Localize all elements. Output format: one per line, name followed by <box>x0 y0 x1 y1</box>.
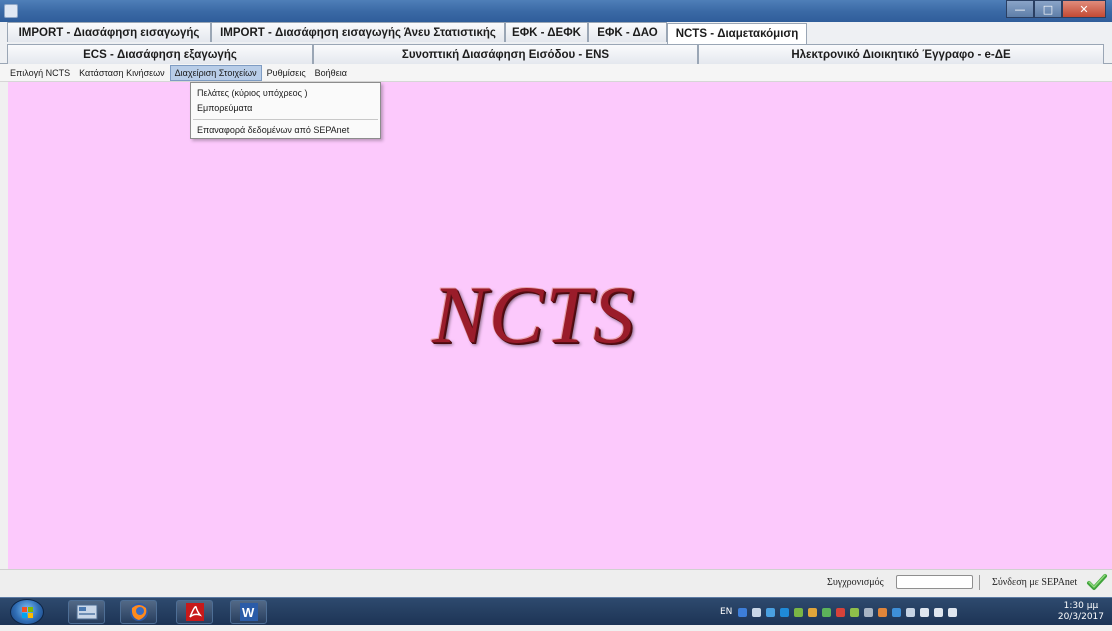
tray-sync-icon[interactable] <box>822 607 832 617</box>
tab-import-no-stats[interactable]: IMPORT - Διασάφηση εισαγωγής Άνευ Στατισ… <box>211 22 505 42</box>
tray-network-icon[interactable] <box>766 607 776 617</box>
status-divider <box>979 575 980 590</box>
tab-import[interactable]: IMPORT - Διασάφηση εισαγωγής <box>7 22 211 42</box>
firefox-icon[interactable] <box>120 600 157 624</box>
language-indicator[interactable]: EN <box>720 607 732 617</box>
maximize-button[interactable]: □ <box>1034 0 1062 18</box>
tray-help-icon[interactable] <box>738 607 748 617</box>
menu-separator <box>193 119 378 120</box>
battery-icon[interactable] <box>948 607 958 617</box>
word-icon[interactable]: W <box>230 600 267 624</box>
windows-start-icon[interactable] <box>10 599 44 625</box>
menu-help[interactable]: Βοήθεια <box>311 65 351 81</box>
acrobat-icon[interactable] <box>176 600 213 624</box>
window-controls: — □ ✕ <box>1006 0 1106 20</box>
tray-tools-icon[interactable] <box>864 607 874 617</box>
menu-item-restore-sepanet[interactable]: Επαναφορά δεδομένων από SEPAnet <box>191 123 380 138</box>
tab-efk-defk[interactable]: ΕΦΚ - ΔΕΦΚ <box>505 22 588 42</box>
java-app-icon <box>4 4 18 18</box>
windows-taskbar: W EN 1:30 μμ 20/3/2017 <box>0 597 1112 625</box>
sync-progress-bar <box>896 575 973 589</box>
connection-check-icon <box>1086 571 1108 593</box>
system-tray: EN 1:30 μμ 20/3/2017 <box>720 600 1112 624</box>
tray-cloud-icon[interactable] <box>892 607 902 617</box>
menu-settings[interactable]: Ρυθμίσεις <box>263 65 310 81</box>
signal-icon[interactable] <box>920 607 930 617</box>
tab-efk-dao[interactable]: ΕΦΚ - ΔΑΟ <box>588 22 667 42</box>
status-bar: Συγχρονισμός Σύνδεση με SEPAnet <box>0 569 1112 597</box>
tab-strip-bottom: ECS - Διασάφηση εξαγωγής Συνοπτική Διασά… <box>0 44 1112 64</box>
sepanet-connection-label: Σύνδεση με SEPAnet <box>992 577 1078 588</box>
menu-item-clients[interactable]: Πελάτες (κύριος υπόχρεος ) <box>191 86 380 101</box>
tab-ecs[interactable]: ECS - Διασάφηση εξαγωγής <box>7 44 313 64</box>
close-button[interactable]: ✕ <box>1062 0 1106 18</box>
data-management-dropdown: Πελάτες (κύριος υπόχρεος ) Εμπορεύματα Ε… <box>190 82 381 139</box>
menu-movement-status[interactable]: Κατάσταση Κινήσεων <box>75 65 169 81</box>
tray-chat-icon[interactable] <box>878 607 888 617</box>
tray-antivirus-icon[interactable] <box>836 607 846 617</box>
tab-e-de[interactable]: Ηλεκτρονικό Διοικητικό Έγγραφο - e-ΔΕ <box>698 44 1104 64</box>
minimize-button[interactable]: — <box>1006 0 1034 18</box>
menu-data-management[interactable]: Διαχείριση Στοιχείων <box>169 64 262 81</box>
tray-app-icon[interactable] <box>850 607 860 617</box>
tray-browser-icon[interactable] <box>780 607 790 617</box>
menu-item-goods[interactable]: Εμπορεύματα <box>191 101 380 116</box>
tray-update-icon[interactable] <box>808 607 818 617</box>
tab-ncts[interactable]: NCTS - Διαμετακόμιση <box>667 23 807 44</box>
menu-bar: Επιλογή NCTS Κατάσταση Κινήσεων Διαχείρι… <box>0 64 1112 82</box>
tray-shield-icon[interactable] <box>794 607 804 617</box>
main-content: NCTS <box>8 82 1112 569</box>
sepa-app-icon[interactable] <box>68 600 105 624</box>
sync-label: Συγχρονισμός <box>827 577 884 588</box>
tray-flag-icon[interactable] <box>906 607 916 617</box>
svg-text:W: W <box>242 605 255 620</box>
ncts-logo: NCTS <box>432 269 636 360</box>
volume-icon[interactable] <box>934 607 944 617</box>
clock-date: 20/3/2017 <box>1057 612 1104 622</box>
system-clock[interactable]: 1:30 μμ 20/3/2017 <box>1058 601 1104 623</box>
window-titlebar: — □ ✕ <box>0 0 1112 22</box>
menu-ncts-select[interactable]: Επιλογή NCTS <box>6 65 74 81</box>
tray-settings-icon[interactable] <box>752 607 762 617</box>
tab-ens[interactable]: Συνοπτική Διασάφηση Εισόδου - ENS <box>313 44 698 64</box>
clock-time: 1:30 μμ <box>1063 601 1099 611</box>
tab-strip-top: IMPORT - Διασάφηση εισαγωγής IMPORT - Δι… <box>0 22 1112 44</box>
